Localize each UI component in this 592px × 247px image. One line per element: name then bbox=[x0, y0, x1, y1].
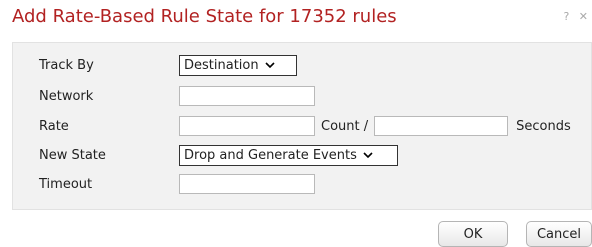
form-panel: Track By Destination Network Rate Count … bbox=[12, 42, 592, 210]
chevron-down-icon bbox=[363, 152, 373, 159]
network-row: Network bbox=[39, 85, 315, 107]
seconds-label: Seconds bbox=[516, 118, 571, 134]
title-controls: ? ✕ bbox=[557, 10, 588, 23]
close-icon[interactable]: ✕ bbox=[579, 10, 588, 23]
chevron-down-icon bbox=[265, 62, 275, 69]
track-by-label: Track By bbox=[39, 57, 94, 73]
rate-based-rule-dialog: Add Rate-Based Rule State for 17352 rule… bbox=[0, 0, 592, 247]
timeout-label: Timeout bbox=[39, 176, 93, 192]
rate-count-input[interactable] bbox=[179, 116, 315, 136]
cancel-button[interactable]: Cancel bbox=[526, 221, 592, 247]
new-state-label: New State bbox=[39, 147, 106, 163]
count-label: Count / bbox=[321, 118, 369, 134]
new-state-value: Drop and Generate Events bbox=[184, 147, 357, 163]
timeout-row: Timeout bbox=[39, 173, 315, 195]
new-state-select[interactable]: Drop and Generate Events bbox=[179, 144, 398, 166]
rate-seconds-input[interactable] bbox=[374, 116, 509, 136]
track-by-row: Track By Destination bbox=[39, 54, 297, 76]
track-by-value: Destination bbox=[184, 57, 259, 73]
rate-label: Rate bbox=[39, 118, 69, 134]
ok-button[interactable]: OK bbox=[438, 221, 508, 247]
help-icon[interactable]: ? bbox=[563, 10, 569, 23]
timeout-input[interactable] bbox=[179, 174, 315, 194]
dialog-title: Add Rate-Based Rule State for 17352 rule… bbox=[12, 6, 397, 27]
track-by-select[interactable]: Destination bbox=[179, 54, 297, 76]
rate-row: Rate Count / Seconds bbox=[39, 115, 577, 137]
network-input[interactable] bbox=[179, 86, 315, 106]
network-label: Network bbox=[39, 88, 94, 104]
new-state-row: New State Drop and Generate Events bbox=[39, 144, 398, 166]
